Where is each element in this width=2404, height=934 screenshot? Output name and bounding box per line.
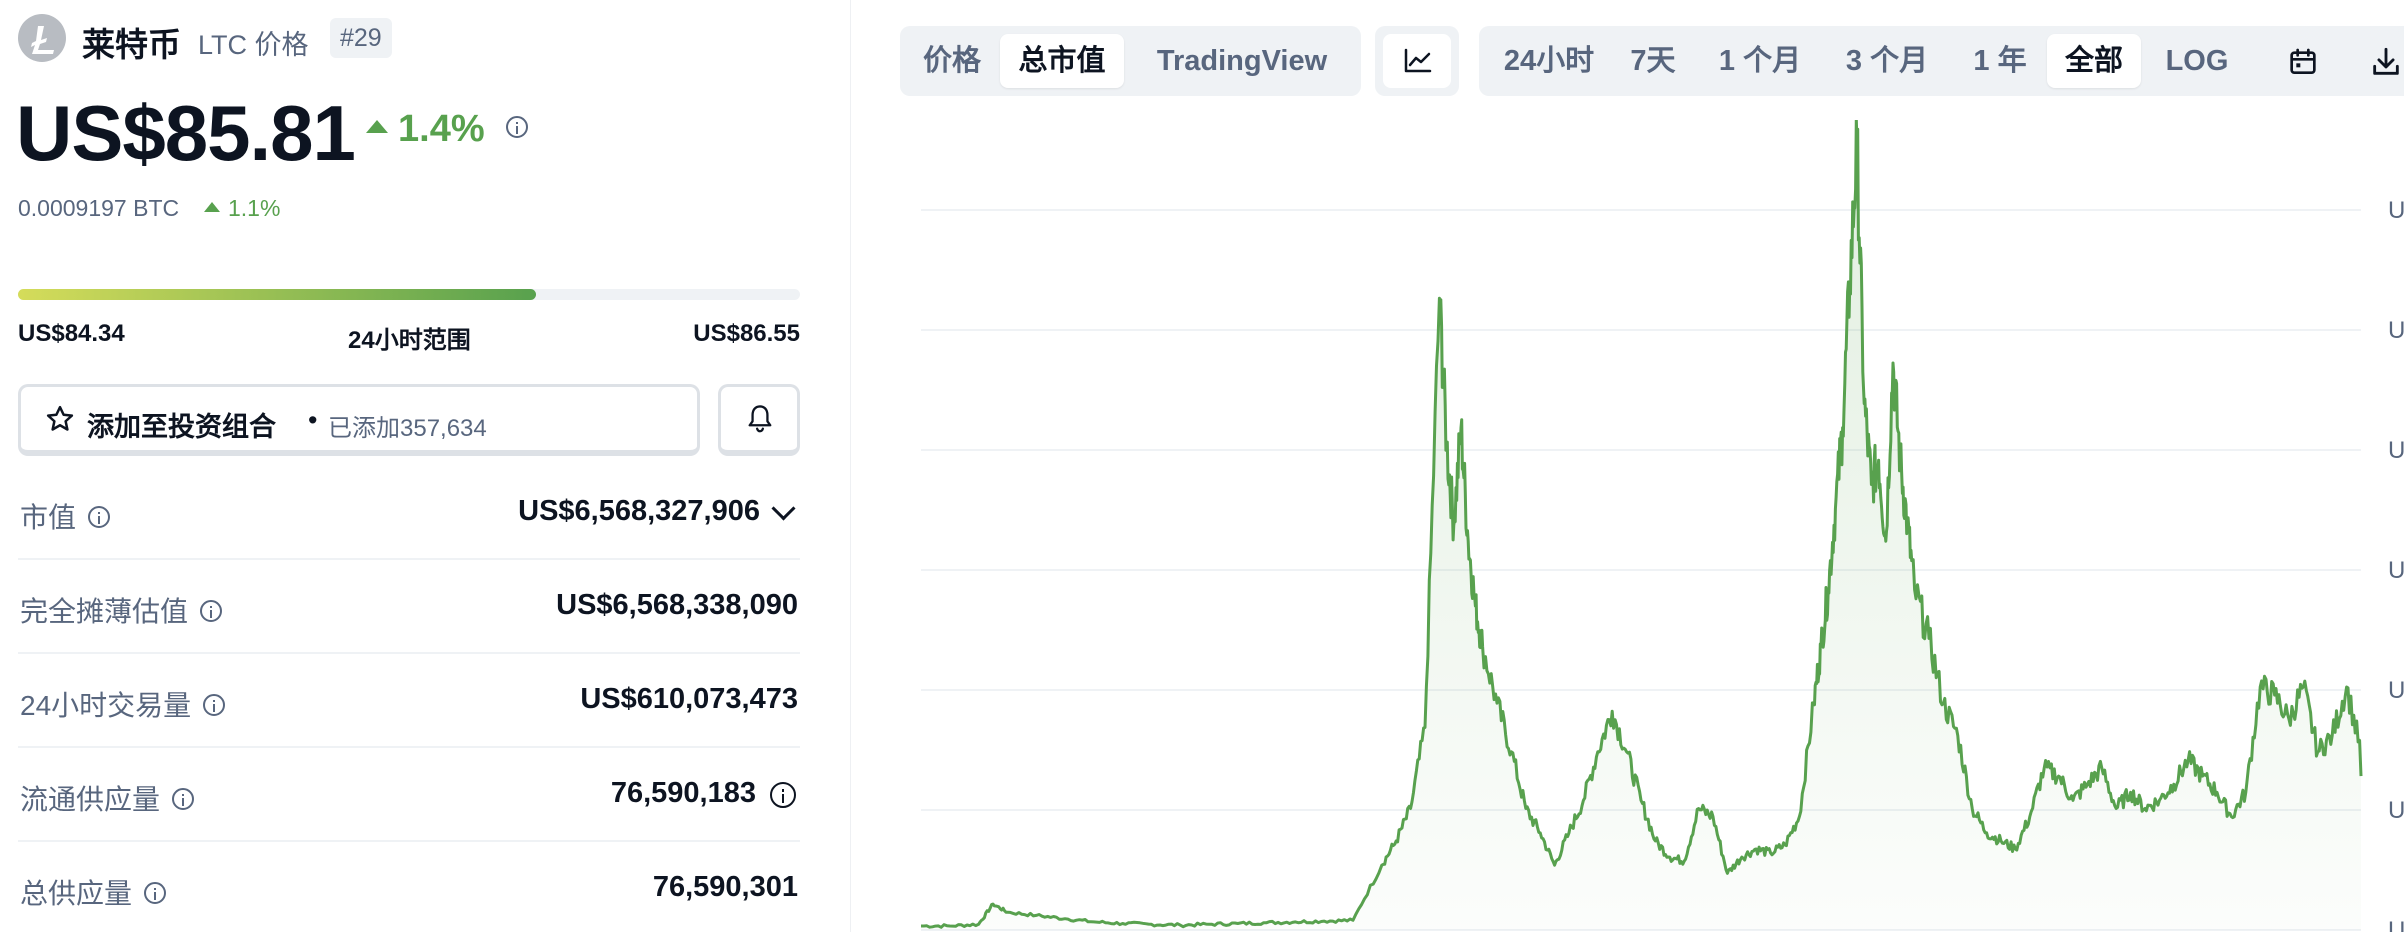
market-cap-chart[interactable]: U U U U U U U — [851, 120, 2404, 932]
btc-price-change: 1.1% — [204, 195, 280, 222]
download-icon[interactable] — [2369, 45, 2403, 79]
star-icon — [46, 405, 74, 431]
litecoin-logo-icon — [18, 14, 66, 62]
chevron-down-icon[interactable] — [771, 496, 796, 521]
stat-label-text: 24小时交易量 — [20, 690, 192, 721]
stat-value: 76,590,301 — [652, 871, 798, 903]
tab-range-7d[interactable]: 7天 — [1609, 34, 1697, 88]
coin-overview-panel: 莱特币 LTC 价格 #29 US$85.81 1.4% 0.0009197 B… — [0, 0, 850, 932]
y-tick-label: U — [2388, 317, 2404, 344]
add-to-portfolio-label: 添加至投资组合 — [87, 412, 276, 442]
info-icon[interactable] — [506, 116, 528, 138]
tab-range-24h[interactable]: 24小时 — [1489, 34, 1609, 88]
stat-label-text: 流通供应量 — [20, 784, 161, 815]
add-to-portfolio-button[interactable]: 添加至投资组合 • 已添加357,634 — [18, 384, 700, 456]
info-icon[interactable] — [200, 599, 223, 622]
current-price: US$85.81 — [16, 89, 356, 177]
stat-row-circulating-supply: 流通供应量 76,590,183 — [18, 748, 800, 842]
info-icon[interactable] — [203, 693, 226, 716]
stat-label: 总供应量 — [20, 872, 167, 912]
stat-label-text: 完全摊薄估值 — [20, 596, 189, 627]
calendar-icon[interactable] — [2287, 46, 2319, 78]
range-low: US$84.34 — [18, 320, 125, 347]
info-icon[interactable] — [172, 787, 195, 810]
price-change-24h: 1.4% — [366, 108, 485, 151]
tab-range-log[interactable]: LOG — [2145, 34, 2249, 88]
time-range-tabs: 24小时 7天 1 个月 3 个月 1 年 全部 LOG — [1479, 26, 2404, 96]
separator-dot: • — [308, 405, 318, 435]
stat-label: 市值 — [20, 496, 111, 536]
line-chart-icon — [1404, 48, 1432, 73]
info-icon[interactable] — [88, 505, 111, 528]
tab-price[interactable]: 价格 — [910, 34, 994, 88]
price-alert-button[interactable] — [718, 384, 800, 456]
coin-ticker-label: LTC 价格 — [198, 30, 309, 60]
stat-label: 流通供应量 — [20, 778, 195, 818]
stat-value: US$6,568,327,906 — [518, 495, 760, 527]
y-tick-label: U — [2388, 677, 2404, 704]
tab-range-all[interactable]: 全部 — [2047, 34, 2141, 88]
coin-name: 莱特币 — [82, 26, 181, 63]
stat-label-text: 市值 — [20, 502, 77, 533]
stat-value: US$610,073,473 — [580, 683, 798, 715]
price-range-fill — [18, 289, 537, 300]
tab-market-cap[interactable]: 总市值 — [1000, 34, 1124, 88]
tab-tradingview[interactable]: TradingView — [1132, 34, 1352, 88]
stat-row-total-supply: 总供应量 76,590,301 — [18, 842, 800, 934]
range-label: 24小时范围 — [348, 327, 471, 354]
range-high: US$86.55 — [693, 320, 800, 347]
supply-info-icon[interactable] — [770, 782, 796, 808]
portfolio-added-count: 已添加357,634 — [328, 415, 487, 442]
chart-type-toggle[interactable] — [1375, 26, 1459, 96]
stat-row-fully-diluted: 完全摊薄估值 US$6,568,338,090 — [18, 560, 800, 654]
stat-row-market-cap[interactable]: 市值 US$6,568,327,906 — [18, 466, 800, 560]
stat-value: 76,590,183 — [610, 777, 756, 809]
y-tick-label: U — [2388, 917, 2404, 932]
y-tick-label: U — [2388, 197, 2404, 224]
y-tick-label: U — [2388, 437, 2404, 464]
btc-price: 0.0009197 BTC — [18, 195, 180, 221]
stat-row-volume-24h: 24小时交易量 US$610,073,473 — [18, 654, 800, 748]
tab-range-3m[interactable]: 3 个月 — [1821, 34, 1953, 88]
caret-up-icon — [204, 201, 220, 212]
btc-change-value: 1.1% — [228, 195, 281, 221]
tab-range-1m[interactable]: 1 个月 — [1701, 34, 1819, 88]
tab-range-1y[interactable]: 1 年 — [1957, 34, 2043, 88]
y-tick-label: U — [2388, 797, 2404, 824]
stat-label-text: 总供应量 — [20, 878, 133, 909]
rank-badge: #29 — [330, 18, 392, 58]
info-icon[interactable] — [144, 881, 167, 904]
y-tick-label: U — [2388, 557, 2404, 584]
price-range-bar — [18, 289, 800, 300]
price-change-value: 1.4% — [398, 108, 485, 150]
stat-value: US$6,568,338,090 — [556, 589, 798, 621]
stat-label: 24小时交易量 — [20, 684, 226, 724]
chart-y-axis-labels: U U U U U U U — [2388, 197, 2404, 932]
caret-up-icon — [366, 120, 388, 134]
bell-icon — [748, 405, 772, 433]
chart-view-tabs: 价格 总市值 TradingView — [900, 26, 1361, 96]
stat-label: 完全摊薄估值 — [20, 590, 223, 630]
chart-panel: 价格 总市值 TradingView 24小时 7天 1 个月 3 个月 1 年… — [851, 0, 2404, 932]
chart-type-button[interactable] — [1383, 34, 1451, 88]
